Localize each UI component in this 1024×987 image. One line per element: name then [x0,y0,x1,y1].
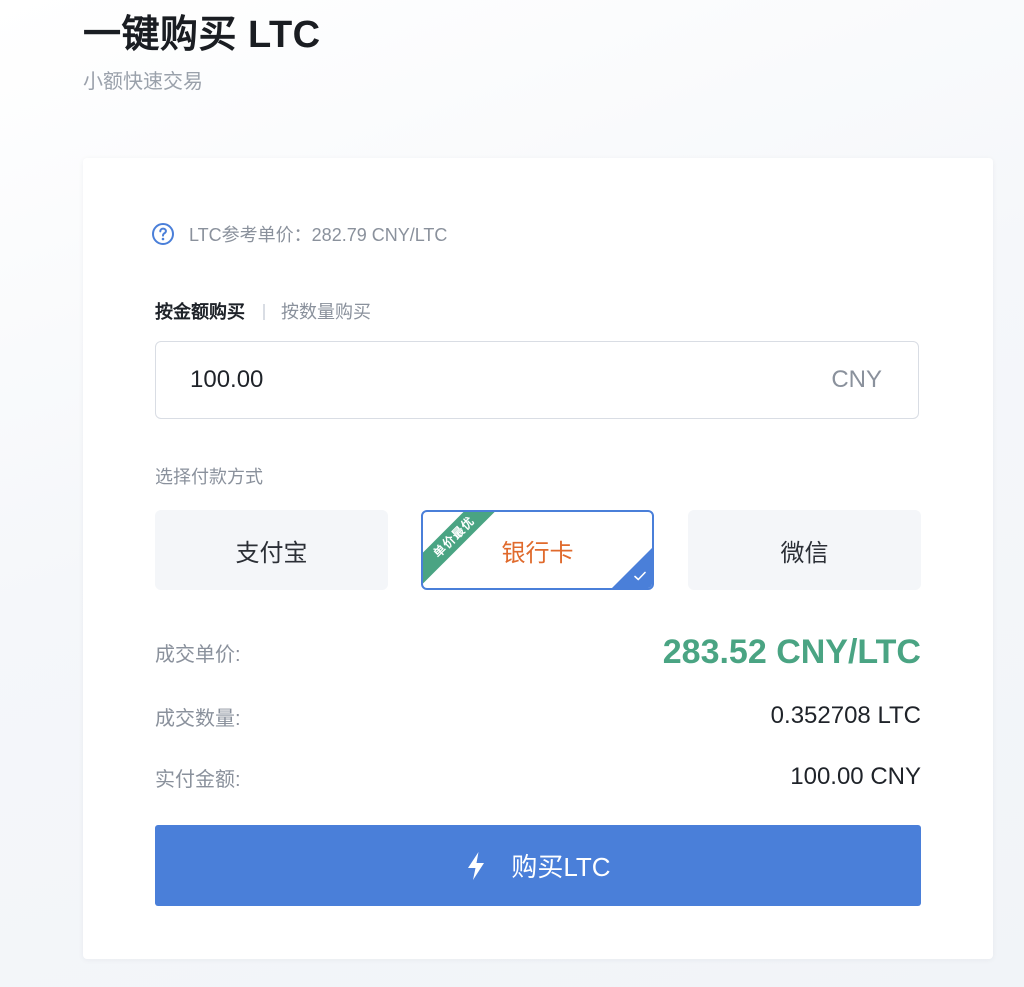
checkmark-icon [632,568,648,584]
payment-options: 支付宝 单价最优 银行卡 微信 [155,510,921,590]
buy-card: LTC参考单价：282.79 CNY/LTC 按金额购买 按数量购买 CNY 选… [83,158,993,959]
deal-quantity-row: 成交数量: 0.352708 LTC [155,698,921,734]
tab-divider [263,304,265,320]
tab-by-amount[interactable]: 按金额购买 [155,298,245,326]
payment-option-label: 银行卡 [501,539,574,567]
amount-input[interactable] [190,366,832,394]
page-title: 一键购买 LTC [83,14,321,56]
best-price-ribbon: 单价最优 [423,512,505,588]
amount-field: CNY [155,341,919,419]
deal-price-value: 283.52 CNY/LTC [662,632,921,671]
payment-option-label: 支付宝 [235,539,308,567]
payment-option-label: 微信 [780,539,829,567]
amount-unit: CNY [831,366,882,393]
reference-price-row: LTC参考单价：282.79 CNY/LTC [151,220,447,248]
payment-option-wechat[interactable]: 微信 [688,510,921,590]
deal-price-row: 成交单价: 283.52 CNY/LTC [155,632,921,672]
reference-price-text: LTC参考单价：282.79 CNY/LTC [189,225,448,245]
lightning-bolt-icon [465,851,487,881]
paid-amount-label: 实付金额: [155,768,241,791]
page-subtitle: 小额快速交易 [83,71,203,93]
buy-button-label: 购买LTC [511,852,611,882]
deal-quantity-label: 成交数量: [155,707,241,730]
payment-method-label: 选择付款方式 [155,467,263,487]
deal-price-label: 成交单价: [155,643,241,666]
buy-ltc-button[interactable]: 购买LTC [155,825,921,906]
question-circle-icon[interactable] [151,222,175,246]
tab-by-quantity[interactable]: 按数量购买 [281,298,371,326]
page-header: 一键购买 LTC 小额快速交易 [83,10,321,96]
payment-option-alipay[interactable]: 支付宝 [155,510,388,590]
deal-quantity-value: 0.352708 LTC [770,702,921,729]
purchase-mode-tabs: 按金额购买 按数量购买 [155,298,371,326]
paid-amount-row: 实付金额: 100.00 CNY [155,759,921,795]
paid-amount-value: 100.00 CNY [790,763,921,790]
payment-option-bank-card[interactable]: 单价最优 银行卡 [421,510,654,590]
